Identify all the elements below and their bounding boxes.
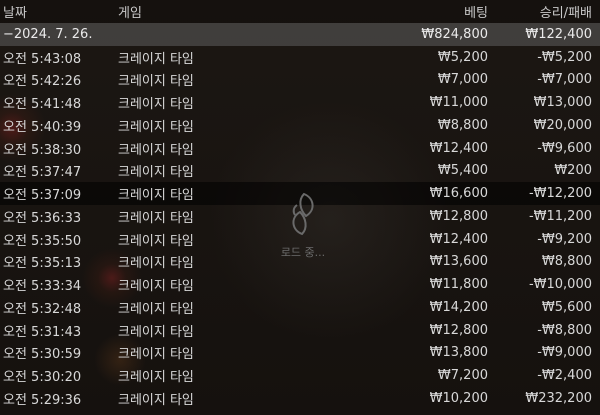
- row-game: 크레이지 타임: [118, 324, 194, 340]
- table-row[interactable]: 오전 5:41:48 크레이지 타임 ₩11,000 ₩13,000: [0, 91, 600, 114]
- row-time: 오전 5:43:08: [3, 51, 82, 67]
- row-bet: ₩7,000: [437, 72, 488, 88]
- row-result: -₩2,400: [537, 368, 592, 384]
- table-header: 날짜 게임 베팅 승리/패배: [0, 0, 600, 23]
- day-summary-row[interactable]: −2024. 7. 26. ₩824,800 ₩122,400: [0, 23, 600, 46]
- row-bet: ₩13,800: [429, 345, 488, 361]
- row-game: 크레이지 타임: [118, 392, 194, 408]
- row-time: 오전 5:32:48: [3, 301, 82, 317]
- row-game: 크레이지 타임: [118, 165, 194, 181]
- summary-bet-total: ₩824,800: [421, 26, 488, 42]
- row-game: 크레이지 타임: [118, 347, 194, 363]
- row-bet: ₩5,200: [437, 49, 488, 65]
- row-game: 크레이지 타임: [118, 51, 194, 67]
- row-time: 오전 5:31:43: [3, 324, 82, 340]
- summary-date: −2024. 7. 26.: [3, 26, 93, 42]
- table-row[interactable]: 오전 5:40:39 크레이지 타임 ₩8,800 ₩20,000: [0, 114, 600, 137]
- leaf-spinner-icon: [292, 192, 314, 236]
- row-game: 크레이지 타임: [118, 301, 194, 317]
- row-time: 오전 5:36:33: [3, 210, 82, 226]
- row-result: -₩5,200: [537, 49, 592, 65]
- row-result: ₩13,000: [533, 95, 592, 111]
- header-bet[interactable]: 베팅: [308, 2, 488, 21]
- row-result: -₩7,000: [537, 72, 592, 88]
- row-time: 오전 5:30:20: [3, 370, 82, 386]
- row-time: 오전 5:42:26: [3, 74, 82, 90]
- row-time: 오전 5:41:48: [3, 97, 82, 113]
- summary-result-total: ₩122,400: [525, 26, 592, 42]
- table-row[interactable]: 오전 5:30:20 크레이지 타임 ₩7,200 -₩2,400: [0, 364, 600, 387]
- row-time: 오전 5:30:59: [3, 347, 82, 363]
- header-game[interactable]: 게임: [118, 2, 308, 21]
- row-bet: ₩12,800: [429, 322, 488, 338]
- row-time: 오전 5:35:50: [3, 233, 82, 249]
- loading-text: 로드 중...: [280, 246, 326, 259]
- row-result: -₩9,000: [537, 345, 592, 361]
- row-bet: ₩11,000: [429, 95, 488, 111]
- table-row[interactable]: 오전 5:30:59 크레이지 타임 ₩13,800 -₩9,000: [0, 342, 600, 365]
- table-row[interactable]: 오전 5:32:48 크레이지 타임 ₩14,200 ₩5,600: [0, 296, 600, 319]
- row-result: -₩8,800: [537, 322, 592, 338]
- row-bet: ₩7,200: [437, 368, 488, 384]
- row-result: ₩232,200: [525, 390, 592, 406]
- row-time: 오전 5:37:09: [3, 188, 82, 204]
- header-result[interactable]: 승리/패배: [488, 2, 592, 21]
- row-game: 크레이지 타임: [118, 74, 194, 90]
- row-time: 오전 5:35:13: [3, 256, 82, 272]
- table-row[interactable]: 오전 5:42:26 크레이지 타임 ₩7,000 -₩7,000: [0, 69, 600, 92]
- row-time: 오전 5:33:34: [3, 279, 82, 295]
- row-result: -₩10,000: [528, 277, 592, 293]
- row-result: -₩9,600: [537, 140, 592, 156]
- row-result: ₩5,600: [541, 299, 592, 315]
- table-row[interactable]: 오전 5:33:34 크레이지 타임 ₩11,800 -₩10,000: [0, 273, 600, 296]
- row-game: 크레이지 타임: [118, 142, 194, 158]
- row-time: 오전 5:38:30: [3, 142, 82, 158]
- row-time: 오전 5:40:39: [3, 119, 82, 135]
- row-game: 크레이지 타임: [118, 279, 194, 295]
- row-result: ₩20,000: [533, 117, 592, 133]
- row-bet: ₩12,400: [429, 140, 488, 156]
- row-time: 오전 5:29:36: [3, 392, 82, 408]
- row-bet: ₩10,200: [429, 390, 488, 406]
- row-bet: ₩5,400: [437, 163, 488, 179]
- table-row[interactable]: 오전 5:43:08 크레이지 타임 ₩5,200 -₩5,200: [0, 46, 600, 69]
- table-row[interactable]: 오전 5:38:30 크레이지 타임 ₩12,400 -₩9,600: [0, 137, 600, 160]
- table-row[interactable]: 오전 5:37:47 크레이지 타임 ₩5,400 ₩200: [0, 160, 600, 183]
- row-result: -₩11,200: [528, 208, 592, 224]
- table-row[interactable]: 오전 5:29:36 크레이지 타임 ₩10,200 ₩232,200: [0, 387, 600, 410]
- row-game: 크레이지 타임: [118, 97, 194, 113]
- loading-indicator: 로드 중...: [268, 190, 338, 260]
- row-bet: ₩11,800: [429, 277, 488, 293]
- row-result: -₩12,200: [528, 186, 592, 202]
- table-row[interactable]: 오전 5:31:43 크레이지 타임 ₩12,800 -₩8,800: [0, 319, 600, 342]
- row-time: 오전 5:37:47: [3, 165, 82, 181]
- header-date[interactable]: 날짜: [0, 2, 118, 21]
- row-result: ₩200: [554, 163, 592, 179]
- row-game: 크레이지 타임: [118, 119, 194, 135]
- row-game: 크레이지 타임: [118, 370, 194, 386]
- row-result: ₩8,800: [541, 254, 592, 270]
- row-bet: ₩8,800: [437, 117, 488, 133]
- row-result: -₩9,200: [537, 231, 592, 247]
- row-bet: ₩14,200: [429, 299, 488, 315]
